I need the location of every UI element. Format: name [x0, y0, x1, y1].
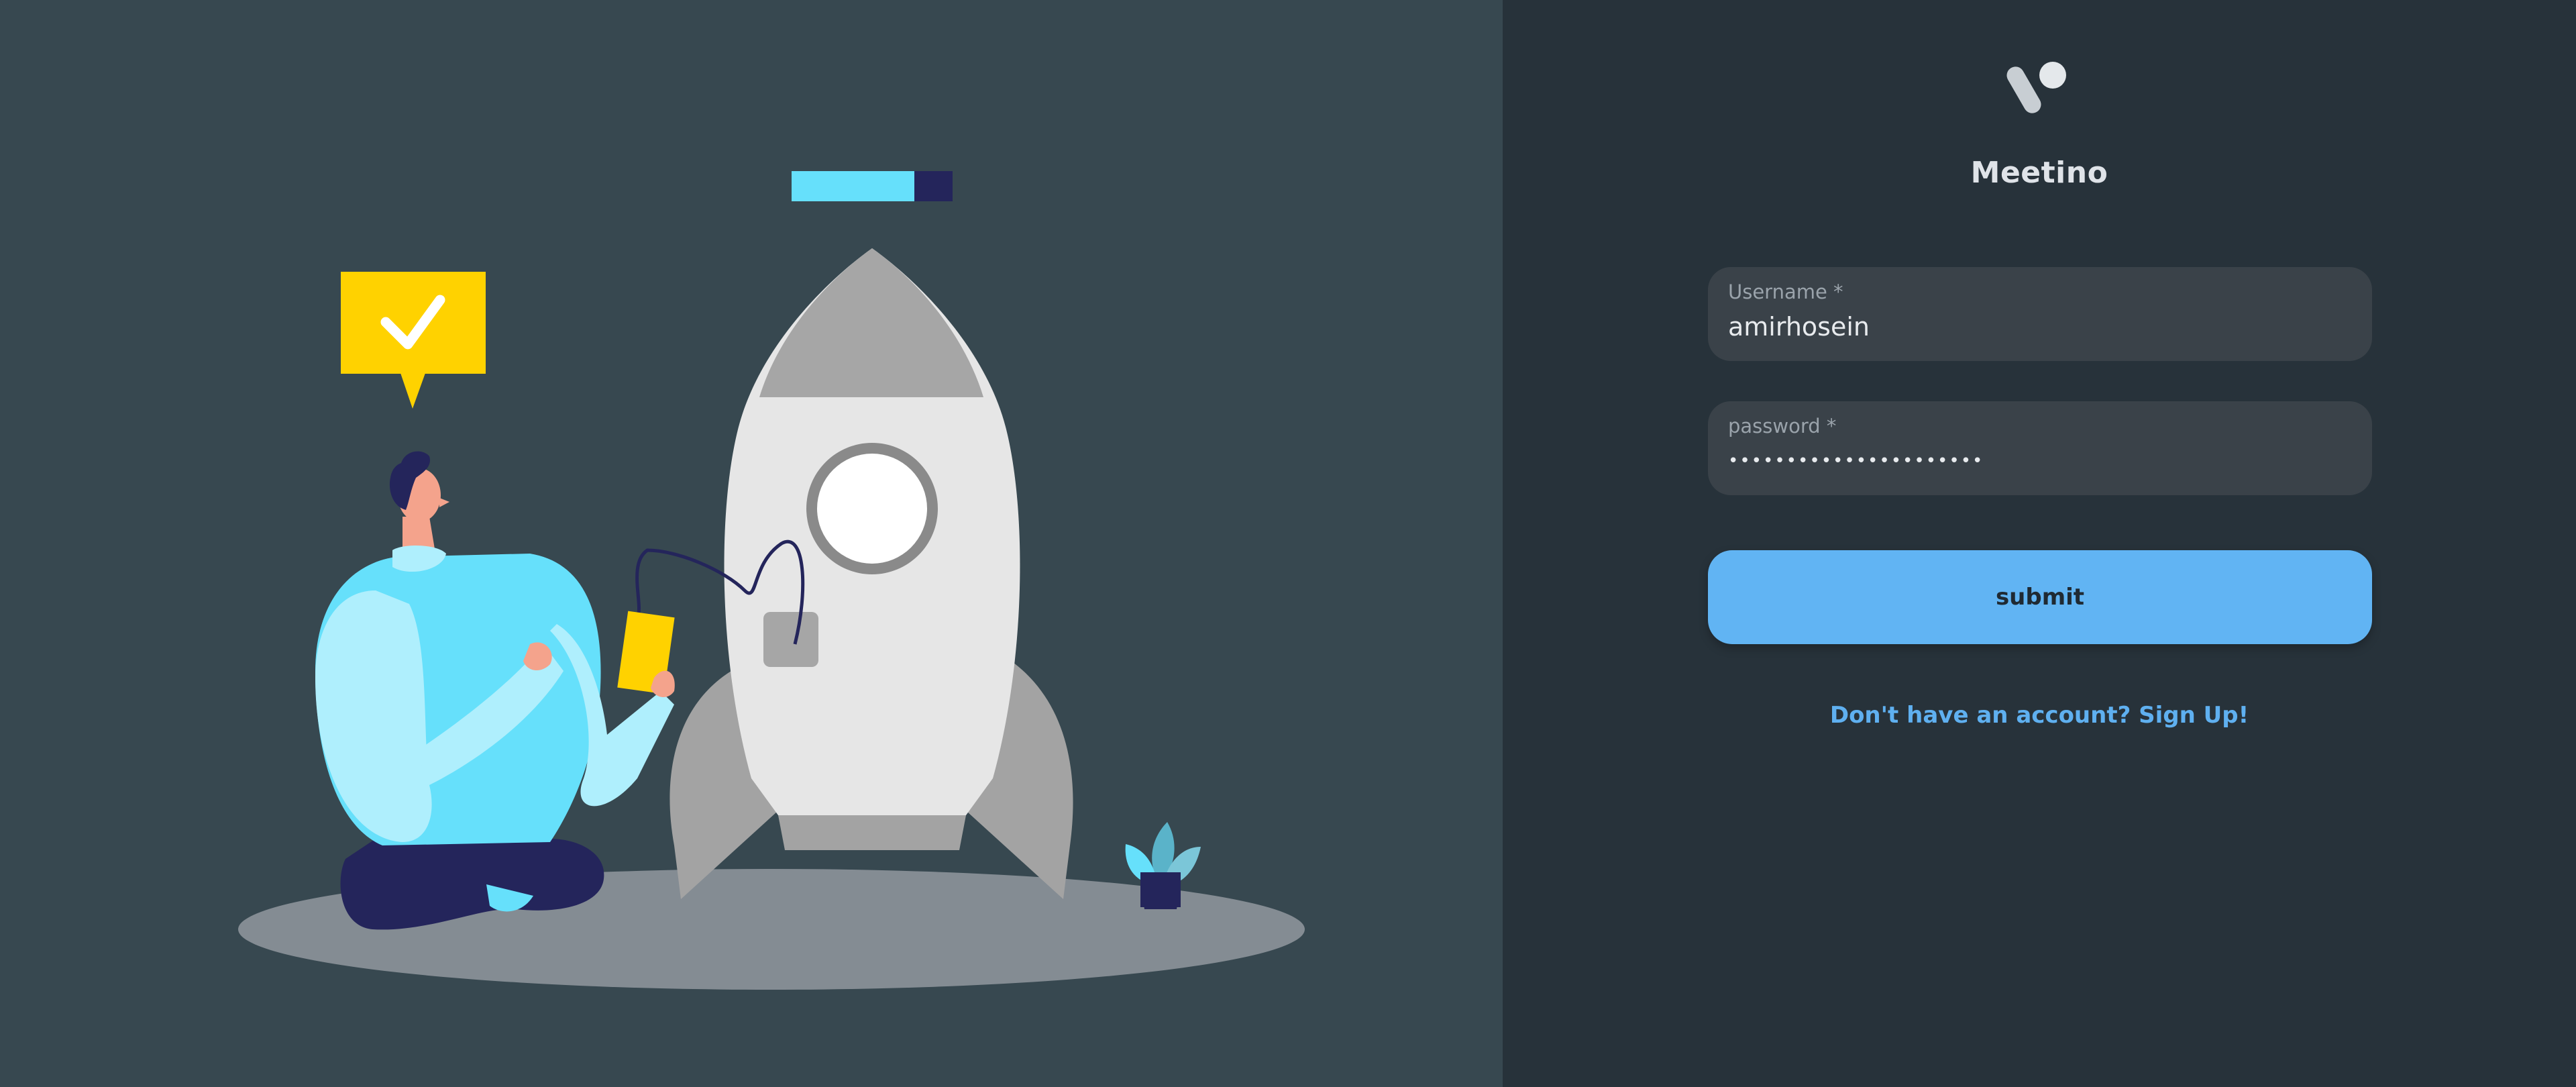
- illustration-panel: [0, 0, 1503, 1087]
- rocket-launch-illustration: [238, 171, 1305, 990]
- password-input[interactable]: [1728, 443, 2345, 479]
- username-input[interactable]: [1728, 309, 2345, 345]
- login-page: Meetino Username * password * submit Don…: [0, 0, 2576, 1087]
- username-label: Username *: [1728, 280, 1843, 303]
- brand-logo-icon: [2006, 62, 2066, 113]
- password-field[interactable]: password *: [1708, 401, 2372, 495]
- submit-button[interactable]: submit: [1708, 550, 2372, 644]
- signup-link[interactable]: Don't have an account? Sign Up!: [1503, 702, 2576, 729]
- rocket-base: [778, 815, 966, 850]
- speech-bubble-check-icon: [341, 272, 486, 409]
- progress-bar-icon: [792, 171, 953, 201]
- password-label: password *: [1728, 415, 1837, 437]
- person-left-arm: [315, 590, 432, 842]
- username-field[interactable]: Username *: [1708, 267, 2372, 361]
- login-panel: Meetino Username * password * submit Don…: [1503, 0, 2576, 1087]
- rocket-hatch: [763, 612, 818, 667]
- brand-title: Meetino: [1970, 156, 2108, 190]
